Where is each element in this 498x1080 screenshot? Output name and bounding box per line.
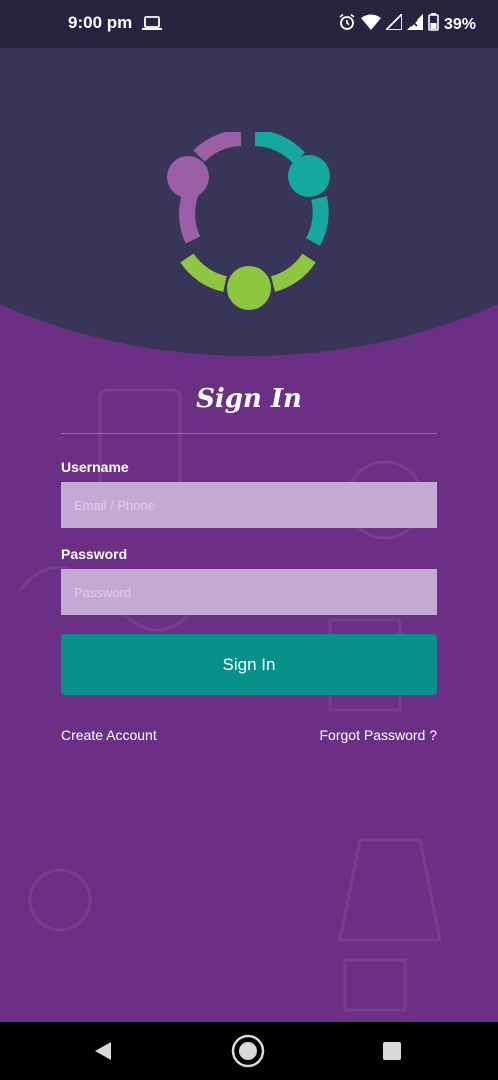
password-label: Password <box>61 546 128 562</box>
forgot-password-link[interactable]: Forgot Password ? <box>320 727 438 743</box>
username-input[interactable] <box>61 482 437 528</box>
divider <box>61 433 437 434</box>
battery-percent: 39% <box>443 15 476 33</box>
page-title: Sign In <box>196 384 302 414</box>
sign-in-button[interactable]: Sign In <box>61 634 437 695</box>
laptop-icon <box>142 15 162 36</box>
status-icons: 39% <box>338 11 476 36</box>
circle-of-people-logo <box>163 130 335 315</box>
status-bar: 9:00 pm 39% <box>0 0 498 48</box>
signal-icon <box>383 11 403 35</box>
wifi-icon <box>360 14 381 35</box>
header-banner <box>0 48 498 368</box>
battery-icon <box>428 13 439 36</box>
home-icon[interactable] <box>231 1034 265 1073</box>
status-time: 9:00 pm <box>68 13 133 32</box>
recents-icon[interactable] <box>383 1042 401 1065</box>
create-account-link[interactable]: Create Account <box>61 727 157 743</box>
alarm-icon <box>338 13 356 36</box>
password-input[interactable] <box>61 569 437 615</box>
navigation-bar <box>0 1022 498 1080</box>
signal-icon <box>406 14 423 35</box>
username-label: Username <box>61 459 129 475</box>
back-icon[interactable] <box>93 1041 113 1066</box>
